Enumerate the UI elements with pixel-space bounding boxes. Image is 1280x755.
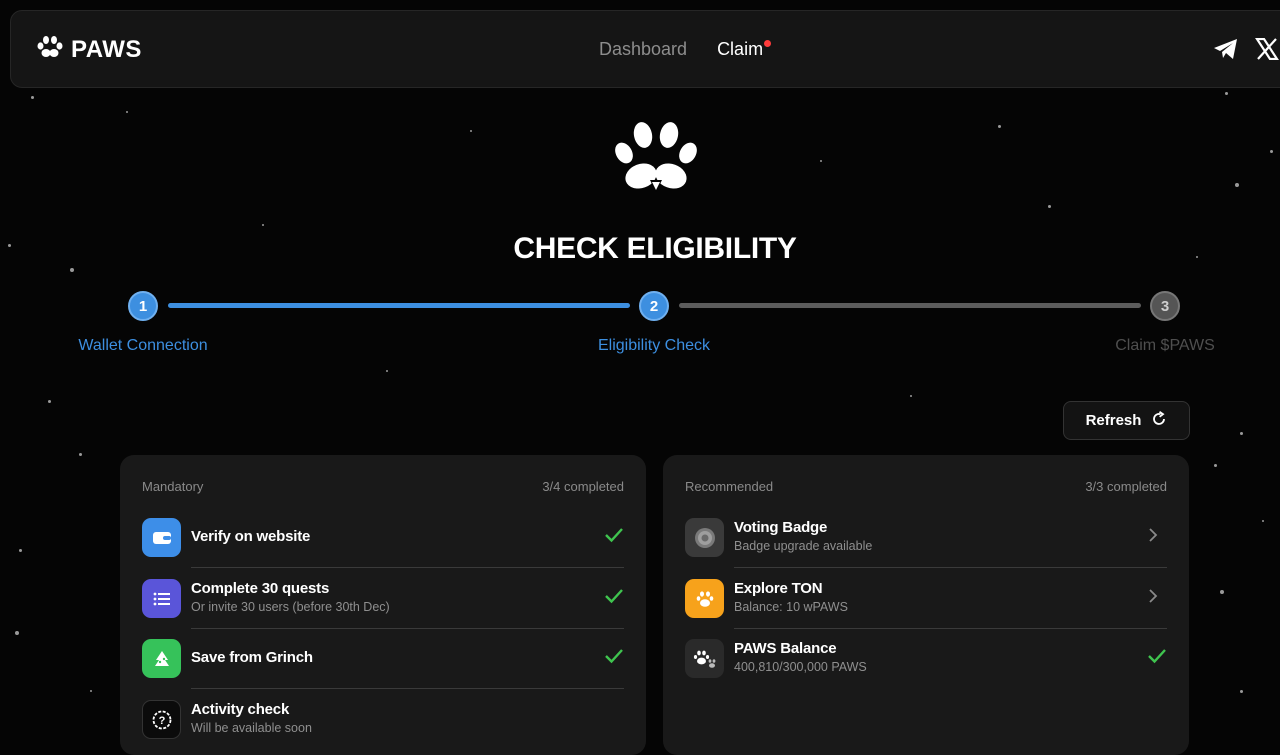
notification-dot (764, 40, 772, 47)
task-title: Explore TON (734, 580, 823, 597)
checkmark-icon (604, 526, 624, 549)
task-title: Activity check (191, 701, 290, 718)
divider (734, 567, 1167, 568)
mandatory-title: Mandatory (142, 479, 204, 494)
wallet-icon (142, 518, 181, 557)
mandatory-progress: 3/4 completed (542, 479, 624, 494)
task-title: Voting Badge (734, 519, 828, 536)
brand-logo[interactable]: PAWS (37, 35, 142, 64)
task-title: Verify on website (191, 528, 311, 545)
paws-balance-icon (685, 639, 724, 678)
telegram-icon[interactable] (1213, 38, 1239, 65)
brand-name: PAWS (71, 35, 142, 63)
nav-claim[interactable]: Claim (717, 39, 772, 60)
step-connector-2 (679, 303, 1141, 308)
checkmark-icon (604, 647, 624, 670)
chevron-right-icon[interactable] (1147, 587, 1159, 610)
task-subtitle: Badge upgrade available (734, 539, 873, 553)
task-subtitle: Balance: 10 wPAWS (734, 600, 848, 614)
step-3-circle: 3 (1150, 291, 1180, 321)
task-paws-balance[interactable]: PAWS Balance 400,810/300,000 PAWS (685, 629, 1167, 689)
refresh-button[interactable]: Refresh (1063, 401, 1190, 440)
divider (191, 567, 624, 568)
paw-icon (37, 35, 63, 64)
list-icon (142, 579, 181, 618)
task-voting-badge[interactable]: Voting Badge Badge upgrade available (685, 508, 1167, 568)
paw-coin-icon (685, 579, 724, 618)
task-subtitle: Or invite 30 users (before 30th Dec) (191, 600, 390, 614)
main-nav: Dashboard Claim (599, 39, 772, 60)
checkmark-icon (1147, 647, 1167, 670)
task-title: Save from Grinch (191, 649, 313, 666)
task-subtitle: 400,810/300,000 PAWS (734, 660, 867, 674)
top-navbar: PAWS Dashboard Claim (10, 10, 1280, 88)
refresh-label: Refresh (1085, 412, 1142, 429)
step-1-circle: 1 (128, 291, 158, 321)
task-title: Complete 30 quests (191, 580, 330, 597)
step-2-number: 2 (649, 297, 659, 315)
page-title: CHECK ELIGIBILITY (513, 232, 797, 265)
task-activity-check[interactable]: ? Activity check Will be available soon (142, 690, 624, 750)
chevron-right-icon[interactable] (1147, 526, 1159, 549)
mandatory-header: Mandatory 3/4 completed (142, 479, 624, 494)
task-verify-website[interactable]: Verify on website (142, 508, 624, 568)
recommended-title: Recommended (685, 479, 774, 494)
question-icon: ? (142, 700, 181, 739)
divider (191, 688, 624, 689)
checkmark-icon (604, 587, 624, 610)
recommended-progress: 3/3 completed (1085, 479, 1167, 494)
task-explore-ton[interactable]: Explore TON Balance: 10 wPAWS (685, 569, 1167, 629)
task-title: PAWS Balance (734, 640, 837, 657)
nav-dashboard[interactable]: Dashboard (599, 39, 687, 60)
task-complete-quests[interactable]: Complete 30 quests Or invite 30 users (b… (142, 569, 624, 629)
paws-paw-logo (612, 118, 700, 201)
task-subtitle: Will be available soon (191, 721, 312, 735)
badge-icon (685, 518, 724, 557)
tree-icon (142, 639, 181, 678)
mandatory-panel: Mandatory 3/4 completed Verify on websit… (120, 455, 646, 755)
social-links (1213, 37, 1280, 65)
step-1-number: 1 (138, 297, 148, 315)
x-icon[interactable] (1254, 37, 1280, 65)
step-2-label: Eligibility Check (597, 337, 711, 354)
step-3-label: Claim $PAWS (1115, 337, 1215, 354)
recommended-header: Recommended 3/3 completed (685, 479, 1167, 494)
recommended-panel: Recommended 3/3 completed Voting Badge B… (663, 455, 1189, 755)
step-3-number: 3 (1160, 297, 1170, 315)
step-connector-1 (168, 303, 630, 308)
nav-claim-label: Claim (717, 39, 764, 59)
step-2-circle: 2 (639, 291, 669, 321)
refresh-icon (1151, 410, 1167, 431)
svg-text:?: ? (158, 715, 165, 727)
step-1-label: Wallet Connection (78, 337, 208, 354)
task-save-from-grinch[interactable]: Save from Grinch (142, 629, 624, 689)
